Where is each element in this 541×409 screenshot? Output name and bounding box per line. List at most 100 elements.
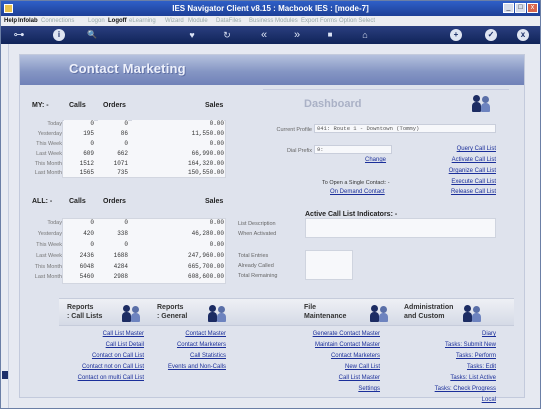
all-calls: 0 (64, 241, 94, 249)
my-calls: 0 (64, 140, 94, 148)
my-calls: 0 (64, 120, 94, 128)
execute-call-list-link[interactable]: Execute Call List (400, 179, 496, 185)
my-orders: 1071 (98, 160, 128, 168)
menu-business-modules[interactable]: Business Modules (249, 16, 298, 26)
link-maintain-contact-master[interactable]: Maintain Contact Master (270, 342, 380, 348)
link-contact-marketers[interactable]: Contact Marketers (140, 342, 226, 348)
menu-elearning[interactable]: eLearning (129, 16, 156, 26)
menu-option-select[interactable]: Option Select (339, 16, 375, 26)
my-row-label: This Month (34, 161, 62, 167)
people-icon (369, 304, 391, 322)
all-row-label: This Month (34, 264, 62, 270)
link-settings[interactable]: Settings (270, 386, 380, 392)
link-tasks-perform[interactable]: Tasks: Perform (400, 353, 496, 359)
close-button[interactable]: x (527, 3, 538, 13)
all-row-label: Last Month (34, 274, 62, 280)
link-call-list-detail[interactable]: Call List Detail (40, 342, 144, 348)
key-icon[interactable]: ⊶ (7, 29, 31, 41)
open-single-contact-label: To Open a Single Contact: - (322, 180, 390, 186)
back-icon[interactable]: « (258, 29, 270, 41)
link-tasks-edit[interactable]: Tasks: Edit (400, 364, 496, 370)
link-tasks-check-progress[interactable]: Tasks: Check Progress (400, 386, 496, 392)
minimize-button[interactable]: _ (503, 3, 514, 13)
dashboard-title: Dashboard (304, 98, 362, 110)
link-contact-master[interactable]: Contact Master (140, 331, 226, 337)
link-events-and-non-calls[interactable]: Events and Non-Calls (140, 364, 226, 370)
link-contact-marketers-fm[interactable]: Contact Marketers (270, 353, 380, 359)
link-contact-on-call-list[interactable]: Contact on Call List (40, 353, 144, 359)
all-row-label: This Week (36, 242, 62, 248)
totals-box (305, 250, 353, 280)
link-call-list-master-fm[interactable]: Call List Master (270, 375, 380, 381)
search-icon[interactable]: 🔍 (86, 29, 98, 41)
menu-help[interactable]: Help (4, 16, 17, 26)
menu-datafiles[interactable]: DataFiles (216, 16, 241, 26)
link-call-list-master[interactable]: Call List Master (40, 331, 144, 337)
activate-call-list-link[interactable]: Activate Call List (400, 157, 496, 163)
my-title: MY: - (32, 102, 49, 109)
left-strip (1, 44, 9, 408)
category-line: Reports (157, 304, 184, 311)
my-row-label: Last Month (34, 170, 62, 176)
my-sales: 11,550.00 (132, 130, 224, 138)
organize-call-list-link[interactable]: Organize Call List (400, 168, 496, 174)
change-link[interactable]: Change (365, 157, 386, 163)
people-icon (471, 94, 493, 112)
category-line: Reports (67, 304, 94, 311)
category-administration: Administration and Custom (404, 303, 453, 321)
link-local[interactable]: Local (400, 397, 496, 403)
plus-icon[interactable]: + (450, 29, 462, 41)
all-calls: 2436 (64, 252, 94, 260)
category-reports-general: Reports: General (157, 303, 187, 321)
all-sales: 0.00 (132, 241, 224, 249)
link-tasks-submit-new[interactable]: Tasks: Submit New (400, 342, 496, 348)
people-icon (121, 304, 143, 322)
menu-bar: Help Infolab Connections Logon Logoff eL… (1, 16, 540, 26)
current-profile-field[interactable]: 041: Route 1 - Downtown (Tommy) (314, 124, 496, 133)
menu-export-forms[interactable]: Export Forms (301, 16, 337, 26)
my-sales: 0.00 (132, 140, 224, 148)
dial-prefix-field[interactable]: 9: (314, 145, 392, 154)
heart-icon[interactable]: ♥ (186, 29, 198, 41)
refresh-icon[interactable]: ↻ (221, 29, 233, 41)
my-orders: 735 (98, 169, 128, 177)
all-sales: 46,280.00 (132, 230, 224, 238)
window-title: IES Navigator Client v8.15 : Macbook IES… (172, 4, 369, 13)
menu-infolab[interactable]: Infolab (18, 16, 38, 26)
menu-connections[interactable]: Connections (41, 16, 74, 26)
all-calls: 420 (64, 230, 94, 238)
people-icon (207, 304, 229, 322)
check-icon[interactable]: ✓ (485, 29, 497, 41)
list-description-label: List Description (238, 221, 276, 227)
my-calls: 1512 (64, 160, 94, 168)
category-line: Administration (404, 304, 454, 311)
link-tasks-list-active[interactable]: Tasks: List Active (400, 375, 496, 381)
link-new-call-list[interactable]: New Call List (270, 364, 380, 370)
link-generate-contact-master[interactable]: Generate Contact Master (270, 331, 380, 337)
menu-module[interactable]: Module (188, 16, 208, 26)
info-icon[interactable]: i (53, 29, 65, 41)
link-contact-not-on-call-list[interactable]: Contact not on Call List (40, 364, 144, 370)
menu-logoff[interactable]: Logoff (108, 16, 127, 26)
link-call-statistics[interactable]: Call Statistics (140, 353, 226, 359)
link-contact-on-multi-call-list[interactable]: Contact on multi Call List (40, 375, 144, 381)
query-call-list-link[interactable]: Query Call List (400, 146, 496, 152)
maximize-button[interactable]: □ (515, 3, 526, 13)
all-calls: 6048 (64, 263, 94, 271)
menu-wizard[interactable]: Wizard (165, 16, 184, 26)
release-call-list-link[interactable]: Release Call List (400, 189, 496, 195)
stop-icon[interactable]: ■ (324, 29, 336, 41)
category-bar: Reports: Call Lists Reports: General Fil… (59, 298, 514, 326)
my-row-label: Yesterday (37, 131, 62, 137)
close-icon[interactable]: x (517, 29, 529, 41)
menu-logon[interactable]: Logon (88, 16, 105, 26)
home-icon[interactable]: ⌂ (359, 29, 371, 41)
total-remaining-label: Total Remaining (238, 273, 278, 279)
link-diary[interactable]: Diary (400, 331, 496, 337)
my-calls: 1565 (64, 169, 94, 177)
forward-icon[interactable]: » (291, 29, 303, 41)
dial-prefix-label: Dial Prefix (286, 148, 312, 154)
on-demand-contact-link[interactable]: On Demand Contact (330, 189, 385, 195)
all-row-label: Today (47, 220, 62, 226)
my-row-label: Today (47, 121, 62, 127)
